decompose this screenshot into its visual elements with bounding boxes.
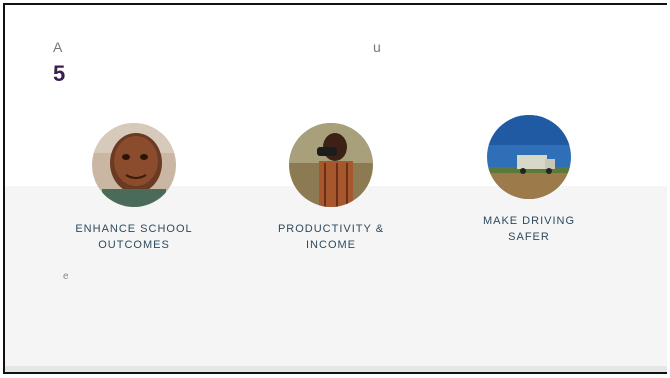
header-fragment-u: u — [373, 39, 381, 55]
card-label-line1: MAKE DRIVING — [482, 215, 576, 227]
card-label-line1: ENHANCE SCHOOL — [75, 223, 193, 235]
card-label-line1: PRODUCTIVITY & — [277, 223, 385, 235]
man-binoculars-image — [289, 123, 373, 207]
card-label-line2: INCOME — [306, 239, 356, 251]
header-fragment-a: A — [53, 39, 63, 55]
feature-card-school[interactable]: ENHANCE SCHOOL OUTCOMES — [54, 123, 214, 253]
headline-number: 5 — [53, 61, 66, 86]
feature-card-productivity[interactable]: PRODUCTIVITY & INCOME — [251, 123, 411, 253]
truck-road-image — [487, 115, 571, 199]
footnote-text: e — [63, 271, 69, 282]
page-frame: A u 5 ENHANCE SCHOOL OUTCOMES PRODUCTIVI… — [3, 3, 667, 374]
child-portrait-image — [92, 123, 176, 207]
feature-card-driving[interactable]: MAKE DRIVING SAFER — [449, 115, 609, 245]
card-label-line2: SAFER — [508, 231, 550, 243]
horizontal-scrollbar[interactable] — [5, 366, 667, 372]
card-label-line2: OUTCOMES — [98, 239, 170, 251]
